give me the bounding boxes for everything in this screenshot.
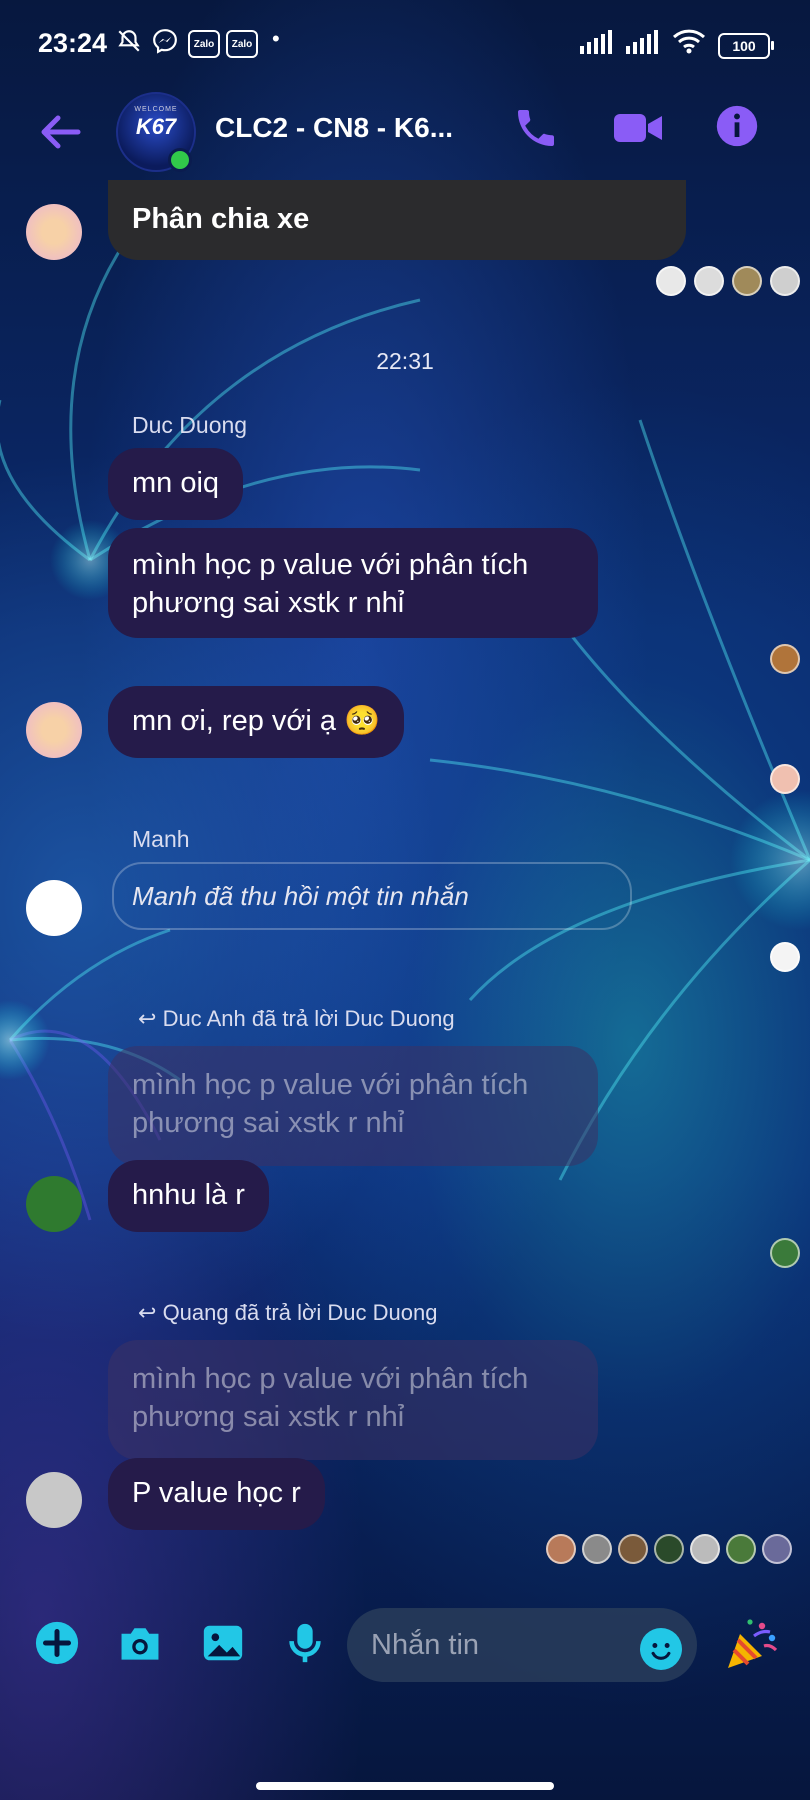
conversation-title[interactable]: CLC2 - CN8 - K6... (215, 112, 453, 144)
info-icon[interactable] (715, 104, 765, 154)
message-bubble[interactable]: Phân chia xe (108, 180, 686, 260)
messenger-icon (152, 28, 178, 60)
seen-avatar (618, 1534, 648, 1564)
sender-name: Duc Duong (132, 412, 248, 438)
message-text: P value học r (132, 1477, 301, 1509)
signal-icon (626, 30, 658, 54)
zalo-icon: Zalo (226, 30, 258, 58)
seen-avatar (654, 1534, 684, 1564)
quoted-message[interactable]: mình học p value với phân tích phương sa… (108, 1046, 598, 1166)
message-text: mn oiq (132, 467, 220, 499)
composer-bar: Nhắn tin (0, 1598, 810, 1698)
microphone-icon[interactable] (282, 1620, 332, 1670)
sender-avatar[interactable] (26, 880, 82, 936)
seen-avatar (732, 266, 762, 296)
muted-bell-icon (116, 28, 142, 60)
sender-avatar[interactable] (26, 1472, 82, 1528)
avatar-welcome-text: WELCOME (134, 106, 178, 113)
seen-avatar (770, 644, 800, 674)
notification-dot: • (272, 26, 280, 51)
battery-icon: 100 (718, 33, 774, 59)
quoted-text-line: mình học p value với phân tích (132, 1069, 529, 1101)
back-arrow-icon[interactable] (38, 110, 82, 154)
seen-avatar (582, 1534, 612, 1564)
party-popper-icon[interactable] (722, 1614, 782, 1674)
message-text: mn ơi, rep với ạ 🥺 (132, 705, 381, 737)
home-indicator[interactable] (256, 1782, 554, 1790)
seen-avatar (770, 1238, 800, 1268)
reply-arrow-icon: ↩ (138, 1006, 157, 1031)
quoted-text-line: phương sai xstk r nhỉ (132, 1401, 405, 1433)
sender-avatar[interactable] (26, 702, 82, 758)
wifi-icon (672, 28, 706, 60)
timestamp: 22:31 (376, 348, 434, 374)
message-text-line: mình học p value với phân tích (132, 549, 529, 581)
quoted-text-line: phương sai xstk r nhỉ (132, 1107, 405, 1139)
status-bar: 23:24 Zalo Zalo • 100 (0, 0, 810, 92)
message-bubble[interactable]: hnhu là r (108, 1160, 269, 1232)
reply-header-text: Quang đã trả lời Duc Duong (162, 1300, 438, 1325)
online-status-dot (168, 148, 192, 172)
message-input-placeholder: Nhắn tin (371, 1628, 480, 1661)
quoted-text-line: mình học p value với phân tích (132, 1363, 529, 1395)
seen-avatar (694, 266, 724, 296)
sender-avatar[interactable] (26, 1176, 82, 1232)
reply-header: ↩ Quang đã trả lời Duc Duong (138, 1300, 437, 1326)
reply-arrow-icon: ↩ (138, 1300, 157, 1325)
sender-avatar[interactable] (26, 204, 82, 260)
seen-avatar (726, 1534, 756, 1564)
sender-name: Manh (132, 826, 190, 852)
signal-icon (580, 30, 612, 54)
emoji-icon[interactable] (640, 1628, 682, 1670)
camera-icon[interactable] (116, 1620, 166, 1670)
status-time: 23:24 (38, 28, 108, 58)
seen-avatar (546, 1534, 576, 1564)
message-bubble[interactable]: mn oiq (108, 448, 244, 520)
recalled-message: Manh đã thu hồi một tin nhắn (112, 862, 632, 930)
message-bubble[interactable]: P value học r (108, 1458, 325, 1530)
seen-avatar (762, 1534, 792, 1564)
seen-avatar (770, 266, 800, 296)
message-bubble[interactable]: mn ơi, rep với ạ 🥺 (108, 686, 405, 758)
quoted-message[interactable]: mình học p value với phân tích phương sa… (108, 1340, 598, 1460)
seen-avatar (656, 266, 686, 296)
phone-call-icon[interactable] (512, 104, 562, 154)
message-bubble[interactable]: mình học p value với phân tích phương sa… (108, 528, 598, 638)
avatar-k67-text: K67 (135, 114, 177, 139)
reply-header: ↩ Duc Anh đã trả lời Duc Duong (138, 1006, 455, 1032)
seen-avatar (770, 764, 800, 794)
message-text: Phân chia xe (132, 203, 310, 235)
plus-icon[interactable] (34, 1620, 84, 1670)
recall-text: Manh đã thu hồi một tin nhắn (132, 880, 469, 911)
zalo-icon: Zalo (188, 30, 220, 58)
message-text: hnhu là r (132, 1179, 245, 1211)
message-text-line: phương sai xstk r nhỉ (132, 587, 405, 619)
reply-header-text: Duc Anh đã trả lời Duc Duong (162, 1006, 455, 1031)
video-call-icon[interactable] (612, 104, 662, 154)
seen-avatar (770, 942, 800, 972)
seen-avatar (690, 1534, 720, 1564)
image-gallery-icon[interactable] (200, 1620, 250, 1670)
